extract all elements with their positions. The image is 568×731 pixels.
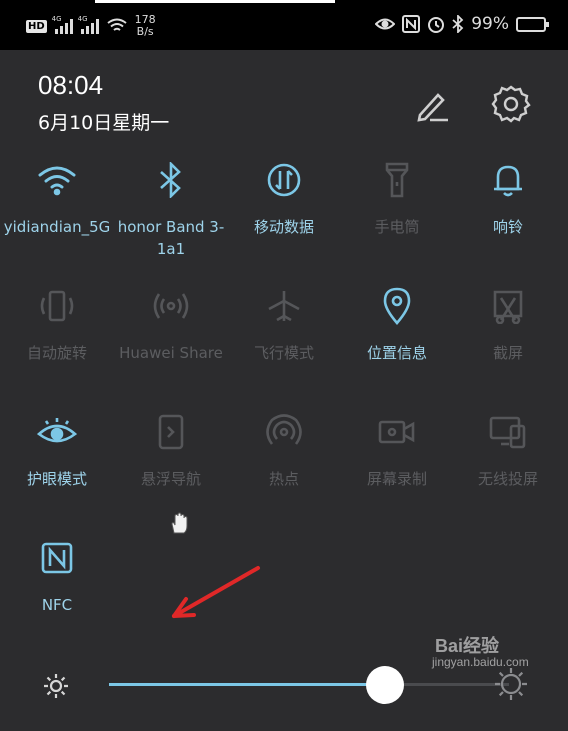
tile-label: 无线投屏 bbox=[477, 470, 538, 488]
hand-cursor-icon bbox=[171, 512, 188, 534]
tile-location[interactable]: 位置信息 bbox=[340, 284, 454, 364]
gear-icon bbox=[491, 85, 531, 123]
tile-flashlight[interactable]: 手电筒 bbox=[340, 158, 454, 238]
speed-unit: B/s bbox=[136, 25, 154, 38]
tile-label: 移动数据 bbox=[253, 218, 314, 236]
battery-percent: 99% bbox=[471, 14, 509, 34]
tile-label: Huawei Share bbox=[119, 344, 223, 362]
wifi-status-icon bbox=[107, 18, 127, 31]
signal-icon: 4G bbox=[77, 15, 99, 34]
bluetooth-icon bbox=[160, 162, 181, 198]
alarm-icon bbox=[428, 17, 445, 33]
tile-label: 飞行模式 bbox=[253, 344, 314, 362]
tile-label: 自动旋转 bbox=[26, 344, 87, 362]
tile-label: yidiandian_5G bbox=[3, 218, 111, 236]
status-bar-left: HD 4G 4G 178 B/s bbox=[26, 14, 156, 38]
screenshot-icon bbox=[493, 290, 523, 324]
tile-wireless-projection[interactable]: 无线投屏 bbox=[451, 410, 565, 490]
settings-button[interactable] bbox=[490, 82, 532, 124]
brightness-slider[interactable] bbox=[109, 683, 509, 686]
tile-label: 手电筒 bbox=[374, 218, 420, 236]
tile-screen-record[interactable]: 屏幕录制 bbox=[340, 410, 454, 490]
mobile-data-icon bbox=[267, 163, 301, 197]
bluetooth-icon bbox=[452, 15, 464, 33]
signal-label: 4G bbox=[51, 15, 62, 23]
status-bar-indicator-line bbox=[95, 0, 335, 3]
signal-icon: 4G bbox=[51, 15, 73, 34]
auto-brightness-icon[interactable] bbox=[492, 665, 530, 703]
huawei-share-icon bbox=[153, 293, 189, 319]
airplane-icon bbox=[268, 291, 300, 322]
nfc-icon bbox=[41, 542, 73, 574]
tile-label: 悬浮导航 bbox=[140, 470, 201, 488]
tile-mobile-data[interactable]: 移动数据 bbox=[227, 158, 341, 238]
battery-icon bbox=[516, 16, 549, 32]
nfc-icon bbox=[402, 15, 421, 33]
tile-label: honor Band 3-1a1 bbox=[117, 218, 225, 258]
floating-nav-icon bbox=[158, 414, 184, 450]
tile-bluetooth[interactable]: honor Band 3-1a1 bbox=[114, 158, 228, 260]
tile-screenshot[interactable]: 截屏 bbox=[451, 284, 565, 364]
tile-label: NFC bbox=[41, 596, 73, 614]
tile-airplane[interactable]: 飞行模式 bbox=[227, 284, 341, 364]
auto-rotate-icon bbox=[40, 290, 74, 322]
status-bar-right: 99% bbox=[375, 14, 549, 34]
clock-date[interactable]: 6月10日星期一 bbox=[38, 108, 169, 135]
signal-label: 4G bbox=[77, 15, 88, 23]
tile-eye-comfort[interactable]: 护眼模式 bbox=[0, 410, 114, 490]
bell-icon bbox=[494, 165, 522, 197]
tile-wifi[interactable]: yidiandian_5G bbox=[0, 158, 114, 238]
hotspot-icon bbox=[266, 414, 302, 445]
hd-badge: HD bbox=[26, 19, 47, 33]
tile-label: 屏幕录制 bbox=[366, 470, 427, 488]
wireless-projection-icon bbox=[489, 416, 526, 449]
eye-icon bbox=[375, 18, 396, 30]
quick-settings-panel: 08:04 6月10日星期一 yidiandian_5G honor Band … bbox=[0, 50, 568, 731]
tile-huawei-share[interactable]: Huawei Share bbox=[114, 284, 228, 364]
flashlight-icon bbox=[385, 162, 409, 198]
eye-icon bbox=[37, 418, 77, 443]
annotation-arrow bbox=[172, 566, 260, 618]
brightness-sun-icon bbox=[44, 674, 68, 698]
watermark-url: jingyan.baidu.com bbox=[432, 655, 529, 669]
clock-time[interactable]: 08:04 bbox=[38, 70, 103, 101]
tile-label: 位置信息 bbox=[366, 344, 427, 362]
tile-label: 响铃 bbox=[492, 218, 523, 236]
edit-tiles-button[interactable] bbox=[412, 85, 452, 125]
location-icon bbox=[383, 287, 411, 325]
tile-label: 护眼模式 bbox=[26, 470, 87, 488]
status-bar: HD 4G 4G 178 B/s 99% bbox=[0, 0, 568, 50]
tile-ring[interactable]: 响铃 bbox=[451, 158, 565, 238]
tile-nfc[interactable]: NFC bbox=[0, 536, 114, 616]
brightness-slider-thumb[interactable] bbox=[366, 666, 404, 704]
pencil-icon bbox=[417, 93, 448, 122]
wifi-icon bbox=[38, 166, 76, 196]
tile-auto-rotate[interactable]: 自动旋转 bbox=[0, 284, 114, 364]
tile-floating-nav[interactable]: 悬浮导航 bbox=[114, 410, 228, 490]
screen-record-icon bbox=[378, 420, 415, 444]
network-speed: 178 B/s bbox=[135, 14, 156, 38]
tile-label: 热点 bbox=[268, 470, 299, 488]
tile-hotspot[interactable]: 热点 bbox=[227, 410, 341, 490]
brightness-slider-fill bbox=[109, 683, 385, 686]
tile-label: 截屏 bbox=[492, 344, 523, 362]
